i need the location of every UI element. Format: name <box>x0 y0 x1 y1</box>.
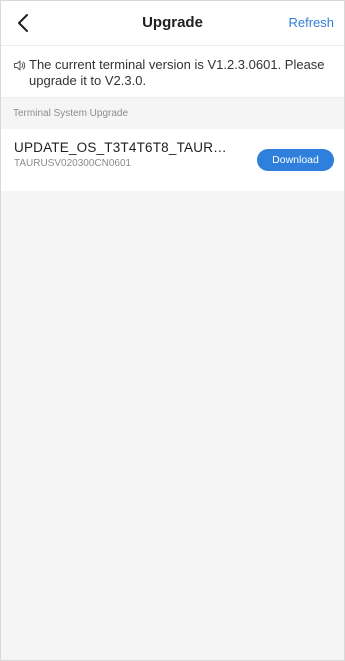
section-title: Terminal System Upgrade <box>1 98 344 129</box>
package-code: TAURUSV020300CN0601 <box>14 158 132 169</box>
speaker-icon <box>14 60 26 71</box>
list-item: UPDATE_OS_T3T4T6T8_TAURU... TAURUSV02030… <box>1 129 344 191</box>
refresh-button[interactable]: Refresh <box>288 15 334 30</box>
upgrade-screen: Upgrade Refresh The current terminal ver… <box>0 0 345 661</box>
header-bar: Upgrade Refresh <box>1 1 344 46</box>
notice-text: The current terminal version is V1.2.3.0… <box>29 57 325 88</box>
download-button[interactable]: Download <box>257 149 334 171</box>
package-name: UPDATE_OS_T3T4T6T8_TAURU... <box>14 140 229 155</box>
version-notice: The current terminal version is V1.2.3.0… <box>1 46 344 98</box>
